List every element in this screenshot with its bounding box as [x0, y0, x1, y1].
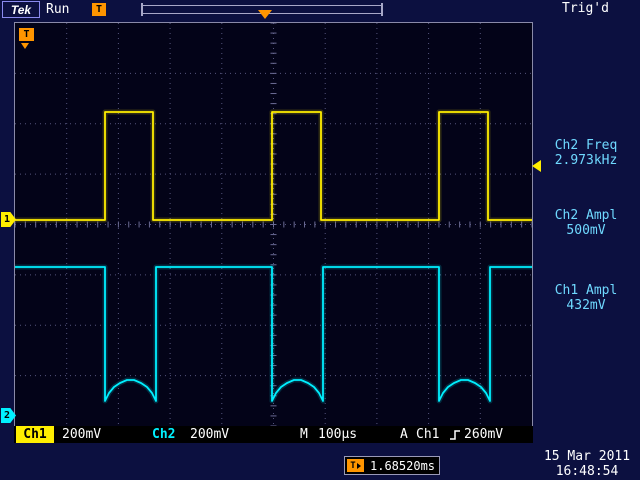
time-label: 16:48:54 [536, 464, 638, 479]
ch2-scale-value: 200mV [190, 427, 229, 442]
trigger-mode-label: A [400, 427, 408, 442]
measurement-label: Ch2 Freq [534, 138, 638, 153]
acquisition-bar-right-cap [381, 3, 383, 16]
waveform-traces [15, 23, 532, 426]
measurement-value: 2.973kHz [534, 153, 638, 168]
oscilloscope-screen: Tek Run T Trig'd T 1 2 Ch2 Freq 2.973kHz… [0, 0, 640, 480]
ch1-scale-badge: Ch1 [16, 426, 54, 443]
timebase-label: M [300, 427, 308, 442]
acquisition-state-label: Run [46, 2, 69, 17]
trigger-time-readout: T 1.68520ms [344, 456, 440, 475]
tek-logo: Tek [2, 1, 40, 18]
measurement-label: Ch1 Ampl [534, 283, 638, 298]
datetime-display: 15 Mar 2011 16:48:54 [536, 449, 638, 479]
measurement-value: 432mV [534, 298, 638, 313]
trigger-time-icon: T [347, 459, 364, 472]
ch2-scale-badge: Ch2 [152, 427, 175, 442]
rising-slope-icon [448, 428, 462, 442]
trigger-position-marker-arrow-icon [21, 43, 29, 49]
trigger-marker-icon: T [92, 3, 106, 16]
measurement-value: 500mV [534, 223, 638, 238]
right-arrow-icon [357, 463, 361, 469]
measurement-ch2-ampl: Ch2 Ampl 500mV [534, 208, 638, 238]
trigger-time-icon-letter: T [350, 461, 355, 471]
graticule-display: T [14, 22, 533, 427]
date-label: 15 Mar 2011 [536, 449, 638, 464]
measurement-ch2-freq: Ch2 Freq 2.973kHz [534, 138, 638, 168]
measurement-panel: Ch2 Freq 2.973kHz Ch2 Ampl 500mV Ch1 Amp… [534, 138, 638, 313]
trigger-status-label: Trig'd [562, 1, 609, 16]
acquisition-bar-left-cap [141, 3, 143, 16]
trigger-time-value: 1.68520ms [370, 459, 435, 473]
measurement-ch1-ampl: Ch1 Ampl 432mV [534, 283, 638, 313]
timebase-value: 100µs [318, 427, 357, 442]
ch1-scale-value: 200mV [62, 427, 101, 442]
status-bar: Ch1 200mV Ch2 200mV M 100µs A Ch1 260mV [14, 426, 533, 443]
trigger-level-value: 260mV [464, 427, 503, 442]
trigger-position-arrow-icon [258, 10, 272, 19]
trigger-source-label: Ch1 [416, 427, 439, 442]
trigger-position-marker: T [19, 28, 34, 41]
measurement-label: Ch2 Ampl [534, 208, 638, 223]
